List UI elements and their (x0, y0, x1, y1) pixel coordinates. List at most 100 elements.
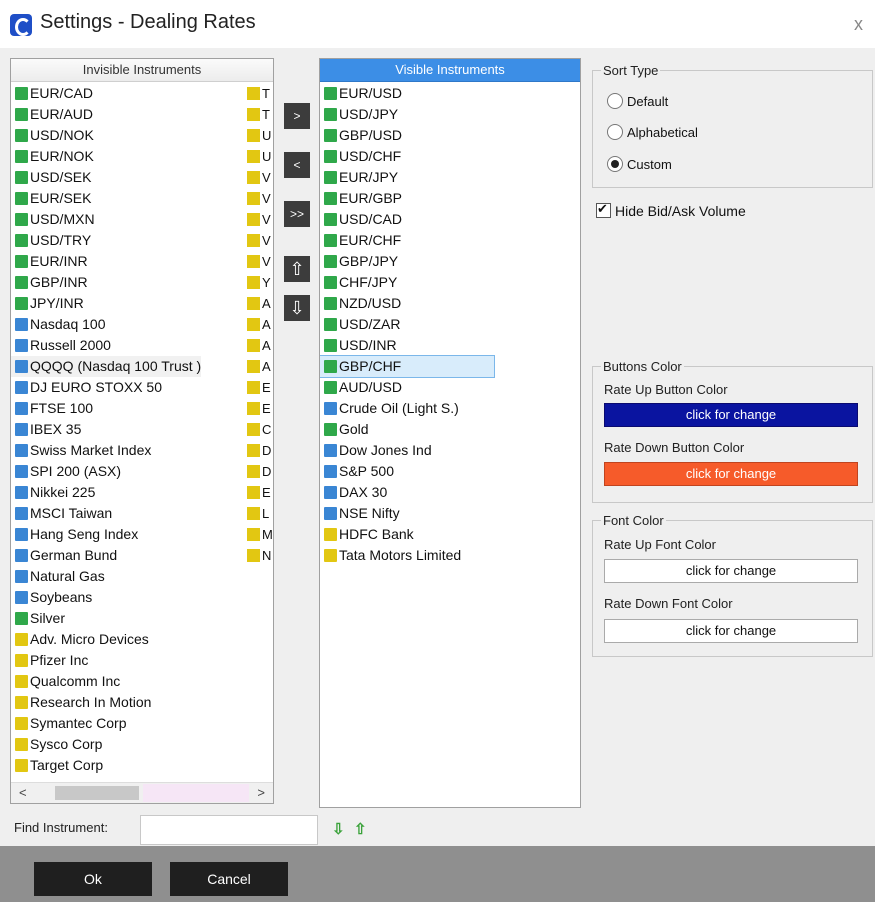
truncated-list-item[interactable]: V (243, 230, 273, 251)
scroll-left-icon[interactable]: < (19, 785, 27, 800)
truncated-list-item[interactable]: N (243, 545, 273, 566)
truncated-list-item[interactable]: V (243, 167, 273, 188)
truncated-list-item[interactable]: L (243, 503, 273, 524)
list-item[interactable]: GBP/INR (11, 272, 201, 293)
truncated-list-item[interactable]: A (243, 293, 273, 314)
invisible-instruments-list[interactable]: Invisible Instruments EUR/CAD EUR/AUD USD/… (10, 58, 274, 804)
list-item[interactable]: NSE Nifty (320, 503, 494, 524)
list-item[interactable]: Natural Gas (11, 566, 201, 587)
list-item[interactable]: Adv. Micro Devices (11, 629, 201, 650)
list-item[interactable]: GBP/CHF (320, 355, 495, 378)
find-instrument-input[interactable] (140, 815, 318, 845)
truncated-list-item[interactable]: U (243, 125, 273, 146)
list-item[interactable]: JPY/INR (11, 293, 201, 314)
move-right-button[interactable]: > (284, 103, 310, 129)
list-item[interactable]: USD/ZAR (320, 314, 494, 335)
truncated-list-item[interactable]: A (243, 356, 273, 377)
list-item[interactable]: USD/INR (320, 335, 494, 356)
list-item[interactable]: Nasdaq 100 (11, 314, 201, 335)
truncated-list-item[interactable]: Y (243, 272, 273, 293)
truncated-list-item[interactable]: T (243, 104, 273, 125)
list-item[interactable]: DAX 30 (320, 482, 494, 503)
truncated-list-item[interactable]: V (243, 188, 273, 209)
move-down-button[interactable]: ⇩ (284, 295, 310, 321)
rate-up-font-color-button[interactable]: click for change (604, 559, 858, 583)
list-item[interactable]: Sysco Corp (11, 734, 201, 755)
list-item[interactable]: IBEX 35 (11, 419, 201, 440)
list-item[interactable]: EUR/NOK (11, 146, 201, 167)
truncated-list-item[interactable]: D (243, 440, 273, 461)
list-item[interactable]: Swiss Market Index (11, 440, 201, 461)
sort-custom-radio[interactable]: Custom (607, 156, 672, 172)
rate-down-button-color-button[interactable]: click for change (604, 462, 858, 486)
list-item[interactable]: EUR/SEK (11, 188, 201, 209)
list-item[interactable]: USD/JPY (320, 104, 494, 125)
list-item[interactable]: USD/TRY (11, 230, 201, 251)
list-item[interactable]: DJ EURO STOXX 50 (11, 377, 201, 398)
visible-instruments-list[interactable]: Visible Instruments EUR/USD USD/JPY GBP/US… (319, 58, 581, 808)
find-prev-up-icon[interactable]: ⇧ (354, 820, 367, 838)
truncated-list-item[interactable]: V (243, 209, 273, 230)
scroll-thumb[interactable] (55, 786, 139, 800)
list-item[interactable]: Qualcomm Inc (11, 671, 201, 692)
sort-alphabetical-radio[interactable]: Alphabetical (607, 124, 698, 140)
ok-button[interactable]: Ok (34, 862, 152, 896)
list-item[interactable]: Dow Jones Ind (320, 440, 494, 461)
horizontal-scrollbar[interactable]: < > (11, 782, 273, 803)
list-item[interactable]: Tata Motors Limited (320, 545, 494, 566)
list-item[interactable]: Research In Motion (11, 692, 201, 713)
checkbox-checked-icon[interactable] (596, 201, 611, 218)
list-item[interactable]: Soybeans (11, 587, 201, 608)
truncated-list-item[interactable]: E (243, 377, 273, 398)
move-all-right-button[interactable]: >> (284, 201, 310, 227)
list-item[interactable]: Pfizer Inc (11, 650, 201, 671)
list-item[interactable]: EUR/USD (320, 83, 494, 104)
truncated-list-item[interactable]: A (243, 335, 273, 356)
list-item[interactable]: USD/SEK (11, 167, 201, 188)
list-item[interactable]: Silver (11, 608, 201, 629)
list-item[interactable]: USD/CHF (320, 146, 494, 167)
truncated-list-item[interactable]: U (243, 146, 273, 167)
list-item[interactable]: EUR/INR (11, 251, 201, 272)
list-item[interactable]: CHF/JPY (320, 272, 494, 293)
truncated-list-item[interactable]: C (243, 419, 273, 440)
truncated-list-item[interactable]: V (243, 251, 273, 272)
scroll-right-icon[interactable]: > (257, 785, 265, 800)
truncated-list-item[interactable]: T (243, 83, 273, 104)
list-item[interactable]: Target Corp (11, 755, 201, 776)
list-item[interactable]: Hang Seng Index (11, 524, 201, 545)
move-left-button[interactable]: < (284, 152, 310, 178)
truncated-list-item[interactable]: A (243, 314, 273, 335)
list-item[interactable]: EUR/CAD (11, 83, 201, 104)
list-item[interactable]: Nikkei 225 (11, 482, 201, 503)
list-item[interactable]: NZD/USD (320, 293, 494, 314)
list-item[interactable]: EUR/CHF (320, 230, 494, 251)
list-item[interactable]: FTSE 100 (11, 398, 201, 419)
list-item[interactable]: QQQQ (Nasdaq 100 Trust ) (11, 356, 202, 377)
find-next-down-icon[interactable]: ⇩ (332, 820, 345, 838)
list-item[interactable]: MSCI Taiwan (11, 503, 201, 524)
list-item[interactable]: German Bund (11, 545, 201, 566)
list-item[interactable]: USD/CAD (320, 209, 494, 230)
truncated-list-item[interactable]: E (243, 482, 273, 503)
hide-volume-checkbox[interactable]: Hide Bid/Ask Volume (596, 201, 746, 219)
move-up-button[interactable]: ⇧ (284, 256, 310, 282)
cancel-button[interactable]: Cancel (170, 862, 288, 896)
list-item[interactable]: Gold (320, 419, 494, 440)
list-item[interactable]: S&P 500 (320, 461, 494, 482)
rate-down-font-color-button[interactable]: click for change (604, 619, 858, 643)
list-item[interactable]: USD/MXN (11, 209, 201, 230)
list-item[interactable]: HDFC Bank (320, 524, 494, 545)
list-item[interactable]: SPI 200 (ASX) (11, 461, 201, 482)
list-item[interactable]: Crude Oil (Light S.) (320, 398, 494, 419)
list-item[interactable]: EUR/AUD (11, 104, 201, 125)
list-item[interactable]: EUR/JPY (320, 167, 494, 188)
list-item[interactable]: Russell 2000 (11, 335, 201, 356)
rate-up-button-color-button[interactable]: click for change (604, 403, 858, 427)
truncated-list-item[interactable]: M (243, 524, 273, 545)
list-item[interactable]: AUD/USD (320, 377, 494, 398)
list-item[interactable]: Symantec Corp (11, 713, 201, 734)
truncated-list-item[interactable]: E (243, 398, 273, 419)
list-item[interactable]: EUR/GBP (320, 188, 494, 209)
sort-default-radio[interactable]: Default (607, 93, 668, 109)
